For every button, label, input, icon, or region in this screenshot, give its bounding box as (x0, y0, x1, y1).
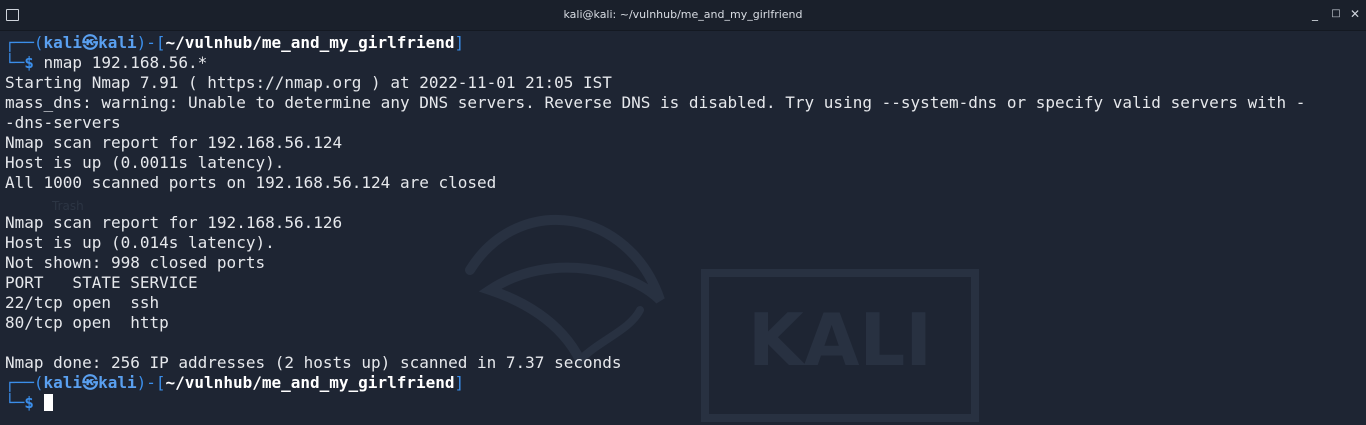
prompt-frame: ┌──( (5, 373, 44, 392)
prompt-frame: ] (454, 373, 465, 392)
output-line: mass_dns: warning: Unable to determine a… (5, 93, 1306, 112)
prompt-top-line: ┌──(kali㉿kali)-[~/vulnhub/me_and_my_girl… (5, 373, 1366, 393)
command-text: nmap 192.168.56.* (43, 53, 208, 72)
output-line: 80/tcp open http (5, 313, 169, 332)
output-line: Host is up (0.014s latency). (5, 233, 275, 252)
output-line: All 1000 scanned ports on 192.168.56.124… (5, 173, 497, 192)
prompt-host: kali (98, 373, 137, 392)
output-line: 22/tcp open ssh (5, 293, 160, 312)
prompt-separator-icon: ㉿ (82, 33, 99, 52)
minimize-icon[interactable]: _ (1308, 7, 1322, 21)
prompt-user: kali (43, 33, 83, 52)
terminal-window: kali@kali: ~/vulnhub/me_and_my_girlfrien… (0, 0, 1366, 425)
prompt-frame: └─ (5, 393, 25, 412)
output-line: -dns-servers (5, 113, 121, 132)
prompt-frame: ] (454, 33, 465, 52)
prompt-command-line: └─$ nmap 192.168.56.* (5, 53, 1366, 73)
prompt-path: ~/vulnhub/me_and_my_girlfriend (165, 33, 455, 52)
output-line: Host is up (0.0011s latency). (5, 153, 285, 172)
prompt-host: kali (98, 33, 137, 52)
output-line: Starting Nmap 7.91 ( https://nmap.org ) … (5, 73, 612, 92)
prompt-top-line: ┌──(kali㉿kali)-[~/vulnhub/me_and_my_girl… (5, 33, 1366, 53)
maximize-icon[interactable]: □ (1329, 7, 1343, 21)
prompt-user: kali (43, 373, 83, 392)
prompt-frame: )-[ (136, 33, 166, 52)
prompt-path: ~/vulnhub/me_and_my_girlfriend (165, 373, 455, 392)
output-line: Not shown: 998 closed ports (5, 253, 266, 272)
prompt-frame: ┌──( (5, 33, 44, 52)
prompt-input-line[interactable]: └─$ (5, 393, 1366, 413)
window-title: kali@kali: ~/vulnhub/me_and_my_girlfrien… (563, 8, 803, 21)
output-line: Nmap scan report for 192.168.56.126 (5, 213, 343, 232)
prompt-separator-icon: ㉿ (82, 373, 99, 392)
text-cursor[interactable] (43, 394, 53, 411)
output-line: Nmap done: 256 IP addresses (2 hosts up)… (5, 353, 622, 372)
close-icon[interactable]: ✕ (1348, 7, 1362, 21)
terminal-output-area[interactable]: ┌──(kali㉿kali)-[~/vulnhub/me_and_my_girl… (5, 33, 1366, 425)
prompt-frame: )-[ (136, 373, 166, 392)
prompt-dollar: $ (24, 53, 44, 72)
output-line: PORT STATE SERVICE (5, 273, 198, 292)
output-line: Nmap scan report for 192.168.56.124 (5, 133, 343, 152)
title-bar[interactable]: kali@kali: ~/vulnhub/me_and_my_girlfrien… (0, 0, 1366, 31)
prompt-dollar: $ (24, 393, 44, 412)
prompt-frame: └─ (5, 53, 25, 72)
